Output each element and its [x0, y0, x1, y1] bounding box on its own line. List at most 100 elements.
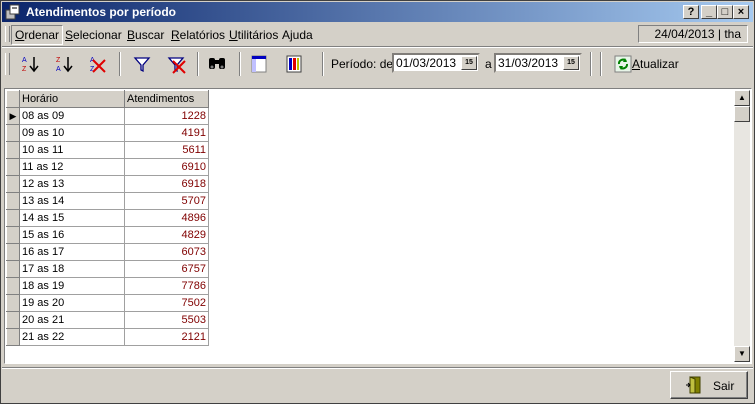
cell-horario[interactable]: 19 as 20	[19, 294, 125, 312]
cell-horario[interactable]: 12 as 13	[19, 175, 125, 193]
filter-icon[interactable]	[131, 54, 153, 74]
cell-atendimentos[interactable]: 4829	[124, 226, 209, 244]
data-grid[interactable]: Horário Atendimentos ▶ 08 as 09 1228 09 as …	[4, 88, 752, 364]
exit-label: Sair	[713, 379, 735, 393]
cell-atendimentos[interactable]: 7502	[124, 294, 209, 312]
cell-atendimentos[interactable]: 6910	[124, 158, 209, 176]
refresh-icon[interactable]	[614, 55, 632, 73]
cell-atendimentos[interactable]: 6073	[124, 243, 209, 261]
cell-atendimentos[interactable]: 5611	[124, 141, 209, 159]
row-indicator[interactable]	[6, 328, 20, 346]
app-icon	[5, 4, 20, 20]
table-row[interactable]: 21 as 22 2121	[6, 328, 209, 346]
refresh-button[interactable]: Atualizar	[632, 57, 679, 71]
row-indicator[interactable]	[6, 192, 20, 210]
cell-atendimentos[interactable]: 4191	[124, 124, 209, 142]
table-row[interactable]: 14 as 15 4896	[6, 209, 209, 227]
table-row[interactable]: 20 as 21 5503	[6, 311, 209, 329]
vertical-scrollbar[interactable]: ▲ ▼	[734, 90, 750, 362]
table-row[interactable]: ▶ 08 as 09 1228	[6, 107, 209, 125]
current-row-indicator-icon[interactable]: ▶	[6, 107, 20, 125]
row-indicator[interactable]	[6, 175, 20, 193]
date-to-value: 31/03/2013	[498, 56, 559, 70]
maximize-button[interactable]: □	[717, 5, 733, 19]
cell-horario[interactable]: 20 as 21	[19, 311, 125, 329]
svg-text:A: A	[22, 57, 27, 64]
table-row[interactable]: 19 as 20 7502	[6, 294, 209, 312]
cell-horario[interactable]: 21 as 22	[19, 328, 125, 346]
cell-horario[interactable]: 10 as 11	[19, 141, 125, 159]
row-indicator[interactable]	[6, 141, 20, 159]
date-from-field[interactable]: 01/03/2013 15	[392, 53, 480, 73]
cell-atendimentos[interactable]: 4896	[124, 209, 209, 227]
menu-relatorios[interactable]: Relatórios	[171, 28, 225, 42]
table-row[interactable]: 13 as 14 5707	[6, 192, 209, 210]
table-row[interactable]: 16 as 17 6073	[6, 243, 209, 261]
table-row[interactable]: 15 as 16 4829	[6, 226, 209, 244]
table-row[interactable]: 11 as 12 6910	[6, 158, 209, 176]
calendar-icon[interactable]: 15	[461, 56, 477, 70]
cell-horario[interactable]: 11 as 12	[19, 158, 125, 176]
row-indicator[interactable]	[6, 209, 20, 227]
menu-utilitarios[interactable]: Utilitários	[229, 28, 278, 42]
exit-door-icon	[686, 376, 701, 394]
cell-atendimentos[interactable]: 5503	[124, 311, 209, 329]
cell-horario[interactable]: 09 as 10	[19, 124, 125, 142]
row-indicator[interactable]	[6, 294, 20, 312]
period-to-label: a	[485, 57, 492, 71]
row-indicator[interactable]	[6, 124, 20, 142]
toolbar-separator	[197, 52, 199, 76]
help-button[interactable]: ?	[683, 5, 699, 19]
exit-button[interactable]: Sair	[670, 371, 748, 399]
cell-atendimentos[interactable]: 1228	[124, 107, 209, 125]
sort-ascending-icon[interactable]: A Z	[19, 54, 41, 74]
cell-horario[interactable]: 16 as 17	[19, 243, 125, 261]
clear-sort-icon[interactable]: A Z	[87, 54, 109, 74]
table-row[interactable]: 10 as 11 5611	[6, 141, 209, 159]
cell-atendimentos[interactable]: 2121	[124, 328, 209, 346]
row-indicator[interactable]	[6, 311, 20, 329]
table-row[interactable]: 17 as 18 6757	[6, 260, 209, 278]
cell-atendimentos[interactable]: 6918	[124, 175, 209, 193]
column-header-horario[interactable]: Horário	[19, 90, 125, 108]
row-indicator[interactable]	[6, 260, 20, 278]
cell-horario[interactable]: 17 as 18	[19, 260, 125, 278]
cell-atendimentos[interactable]: 6757	[124, 260, 209, 278]
window-title: Atendimentos por período	[26, 5, 176, 19]
cell-atendimentos[interactable]: 7786	[124, 277, 209, 295]
column-header-atendimentos[interactable]: Atendimentos	[124, 90, 209, 108]
cell-horario[interactable]: 08 as 09	[19, 107, 125, 125]
menu-ajuda[interactable]: Ajuda	[282, 28, 313, 42]
row-indicator[interactable]	[6, 243, 20, 261]
table-row[interactable]: 18 as 19 7786	[6, 277, 209, 295]
table-row[interactable]: 12 as 13 6918	[6, 175, 209, 193]
close-button[interactable]: ×	[733, 5, 749, 19]
search-binoculars-icon[interactable]	[206, 54, 228, 74]
row-indicator[interactable]	[6, 226, 20, 244]
scroll-up-arrow-icon[interactable]: ▲	[734, 90, 750, 106]
scroll-down-arrow-icon[interactable]: ▼	[734, 346, 750, 362]
toolbar-separator	[590, 52, 592, 76]
menu-ordenar[interactable]: Ordenar	[11, 25, 64, 45]
calendar-icon[interactable]: 15	[563, 56, 579, 70]
row-indicator[interactable]	[6, 158, 20, 176]
cell-horario[interactable]: 13 as 14	[19, 192, 125, 210]
cell-atendimentos[interactable]: 5707	[124, 192, 209, 210]
menu-buscar[interactable]: Buscar	[127, 28, 164, 42]
cell-horario[interactable]: 15 as 16	[19, 226, 125, 244]
minimize-button[interactable]: _	[701, 5, 717, 19]
report-icon[interactable]	[283, 54, 305, 74]
cell-horario[interactable]: 14 as 15	[19, 209, 125, 227]
date-to-field[interactable]: 31/03/2013 15	[494, 53, 582, 73]
results-table: Horário Atendimentos ▶ 08 as 09 1228 09 as …	[6, 90, 209, 346]
scroll-thumb[interactable]	[734, 106, 750, 122]
title-bar[interactable]: Atendimentos por período ? _ □ ×	[2, 2, 753, 22]
menu-selecionar[interactable]: Selecionar	[65, 28, 122, 42]
row-indicator[interactable]	[6, 277, 20, 295]
sort-descending-icon[interactable]: Z A	[53, 54, 75, 74]
clear-filter-icon[interactable]	[165, 54, 187, 74]
cell-horario[interactable]: 18 as 19	[19, 277, 125, 295]
toolbar-separator	[119, 52, 121, 76]
table-row[interactable]: 09 as 10 4191	[6, 124, 209, 142]
print-preview-icon[interactable]	[248, 54, 270, 74]
